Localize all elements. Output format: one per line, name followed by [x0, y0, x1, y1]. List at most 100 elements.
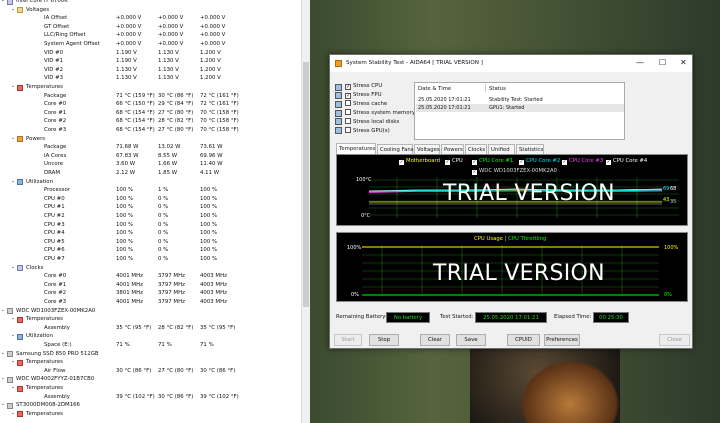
tab-voltages[interactable]: Voltages [414, 144, 440, 154]
sensor-row[interactable]: Package 71.68 W 13.02 W 73.61 W [0, 143, 300, 152]
sensor-row[interactable]: CPU #3 100 % 0 % 100 % [0, 221, 300, 230]
sensor-scrollbar[interactable] [301, 0, 310, 423]
checkbox-box[interactable]: ✓ [345, 84, 351, 90]
tab-temperatures[interactable]: Temperatures [336, 143, 376, 154]
maximize-button[interactable]: ☐ [659, 59, 666, 67]
tree-group[interactable]: ⌄ Clocks [0, 264, 300, 273]
tree-group[interactable]: ⌄ Temperatures [0, 410, 300, 419]
tree-group[interactable]: ⌄ Temperatures [0, 83, 300, 92]
sensor-row[interactable]: VID #1 1.190 V 1.130 V 1.200 V [0, 57, 300, 66]
sensor-row[interactable]: DRAM 2.12 W 1.85 W 4.11 W [0, 169, 300, 178]
sensor-row[interactable]: Core #3 4001 MHz 3797 MHz 4003 MHz [0, 298, 300, 307]
start-button[interactable]: Start [334, 334, 362, 346]
sensor-row[interactable]: Core #1 4001 MHz 3797 MHz 4003 MHz [0, 281, 300, 290]
tab-statistics[interactable]: Statistics [516, 144, 544, 154]
scrollbar-thumb[interactable] [303, 62, 309, 307]
expand-toggle-icon[interactable]: ⌄ [1, 307, 5, 316]
tab-unified[interactable]: Unified [488, 144, 515, 154]
tab-powers[interactable]: Powers [441, 144, 464, 154]
expand-toggle-icon[interactable]: ⌄ [11, 315, 15, 324]
expand-toggle-icon[interactable]: ⌄ [1, 375, 5, 384]
expand-toggle-icon[interactable]: ⌄ [11, 135, 15, 144]
sensor-row[interactable]: VID #3 1.130 V 1.130 V 1.200 V [0, 74, 300, 83]
expand-toggle-icon[interactable]: ⌄ [11, 358, 15, 367]
preferences-button[interactable]: Preferences [544, 334, 580, 346]
sensor-value: 100 % [200, 247, 218, 254]
sensor-row[interactable]: System Agent Offset +0.000 V +0.000 V +0.00… [0, 40, 300, 49]
stress-option-checkbox[interactable]: ✓ Stress FPU [345, 92, 382, 99]
tree-group[interactable]: ⌄ Powers [0, 135, 300, 144]
checkbox-box[interactable] [345, 126, 351, 133]
sensor-row[interactable]: Air Flow 30 °C (86 °F) 27 °C (80 °F) 30 °C … [0, 367, 300, 376]
sensor-row[interactable]: Core #3 68 °C (154 °F) 27 °C (80 °F) 70 °C … [0, 126, 300, 135]
checkbox-box[interactable] [345, 100, 351, 107]
sensor-row[interactable]: CPU #1 100 % 0 % 100 % [0, 203, 300, 212]
sensor-row[interactable]: Space (E:) 71 % 71 % 71 % [0, 341, 300, 350]
tree-group[interactable]: ⌄ Samsung SSD 850 PRO 512GB [0, 350, 300, 359]
sensor-row[interactable]: VID #0 1.190 V 1.130 V 1.200 V [0, 49, 300, 58]
minimize-button[interactable]: — [636, 59, 644, 67]
close-window-button[interactable]: ✕ [680, 59, 687, 67]
expand-toggle-icon[interactable]: ⌄ [11, 83, 15, 92]
stress-option-checkbox[interactable]: Stress local disks [345, 117, 399, 125]
expand-toggle-icon[interactable]: ⌄ [11, 178, 15, 187]
sensor-row[interactable]: CPU #2 100 % 0 % 100 % [0, 212, 300, 221]
sensor-row[interactable]: CPU #4 100 % 0 % 100 % [0, 229, 300, 238]
expand-toggle-icon[interactable]: ⌄ [11, 264, 15, 273]
sensor-row[interactable]: IA Cores 67.83 W 8.55 W 69.96 W [0, 152, 300, 161]
sensor-row[interactable]: CPU #5 100 % 0 % 100 % [0, 238, 300, 247]
test-log[interactable]: Date & Time Status 25.05.2020 17:01:21 S… [414, 82, 625, 140]
log-row[interactable]: 25.05.2020 17:01:21 Stability Test: Star… [416, 96, 624, 104]
stress-option-checkbox[interactable]: Stress system memory [345, 109, 415, 116]
expand-toggle-icon[interactable]: ⌄ [1, 350, 5, 359]
expand-toggle-icon[interactable]: ⌄ [1, 401, 5, 410]
sensor-row[interactable]: CPU #7 100 % 0 % 100 % [0, 255, 300, 264]
tree-group[interactable]: ⌄ WDC WD1003FZEX-00MK2A0 [0, 307, 300, 316]
stress-option-checkbox[interactable]: ✓ Stress CPU [345, 83, 382, 90]
log-row[interactable]: 25.05.2020 17:01:21 GPU1: Started [416, 104, 624, 112]
tab-clocks[interactable]: Clocks [465, 144, 487, 154]
checkbox-box[interactable] [345, 109, 351, 116]
sensor-row[interactable]: Assembly 39 °C (102 °F) 30 °C (86 °F) 39 °C… [0, 393, 300, 402]
sensor-row[interactable]: Uncore 3.60 W 1.66 W 11.40 W [0, 160, 300, 169]
sensor-row[interactable]: Assembly 35 °C (95 °F) 28 °C (82 °F) 35 °C … [0, 324, 300, 333]
tree-group[interactable]: ⌄ Utilization [0, 332, 300, 341]
checkbox-box[interactable]: ✓ [345, 92, 351, 99]
tree-group[interactable]: ⌄ Temperatures [0, 315, 300, 324]
title-bar[interactable]: System Stability Test - AIDA64 [ TRIAL V… [330, 55, 692, 72]
close-button[interactable]: Close [659, 334, 690, 346]
sensor-row[interactable]: IA Offset +0.000 V +0.000 V +0.000 V [0, 14, 300, 23]
sensor-row[interactable]: Package 71 °C (159 °F) 30 °C (86 °F) 72 °C … [0, 92, 300, 101]
tree-group[interactable]: ⌄ Voltages [0, 6, 300, 15]
sensor-row[interactable]: GT Offset +0.000 V +0.000 V +0.000 V [0, 23, 300, 32]
sensor-row[interactable]: Core #0 66 °C (150 °F) 29 °C (84 °F) 72 °C … [0, 100, 300, 109]
sensor-value: 100 % [200, 238, 218, 245]
tree-group[interactable]: ⌄ ST3000DM008-2DM166 [0, 401, 300, 410]
sensor-value: +0.000 V [116, 32, 142, 39]
tree-group[interactable]: ⌄ Utilization [0, 178, 300, 187]
stop-button[interactable]: Stop [369, 334, 399, 346]
sensor-row[interactable]: Processor 100 % 1 % 100 % [0, 186, 300, 195]
sensor-row[interactable]: LLC/Ring Offset +0.000 V +0.000 V +0.000 V [0, 31, 300, 40]
expand-toggle-icon[interactable]: ⌄ [11, 6, 15, 15]
tree-group[interactable]: ⌄ Temperatures [0, 358, 300, 367]
sensor-row[interactable]: Core #2 3801 MHz 3797 MHz 4003 MHz [0, 289, 300, 298]
tab-cooling-fans[interactable]: Cooling Fans [377, 144, 413, 154]
tree-group[interactable]: ⌄ WDC WD4002FYYZ-01B7CB0 [0, 375, 300, 384]
expand-toggle-icon[interactable]: ⌄ [11, 410, 15, 419]
sensor-row[interactable]: VID #2 1.130 V 1.130 V 1.200 V [0, 66, 300, 75]
stress-option-checkbox[interactable]: Stress GPU(s) [345, 126, 390, 134]
cpuid-button[interactable]: CPUID [507, 334, 540, 346]
checkbox-box[interactable] [345, 117, 351, 124]
sensor-row[interactable]: Core #2 68 °C (154 °F) 28 °C (82 °F) 70 °C … [0, 117, 300, 126]
save-button[interactable]: Save [456, 334, 486, 346]
tree-group[interactable]: ⌄ Temperatures [0, 384, 300, 393]
sensor-row[interactable]: CPU #0 100 % 0 % 100 % [0, 195, 300, 204]
sensor-row[interactable]: Core #1 68 °C (154 °F) 27 °C (80 °F) 70 °C … [0, 109, 300, 118]
expand-toggle-icon[interactable]: ⌄ [11, 384, 15, 393]
clear-button[interactable]: Clear [420, 334, 450, 346]
stress-option-checkbox[interactable]: Stress cache [345, 100, 387, 107]
expand-toggle-icon[interactable]: ⌄ [11, 332, 15, 341]
sensor-row[interactable]: CPU #6 100 % 0 % 100 % [0, 246, 300, 255]
sensor-row[interactable]: Core #0 4001 MHz 3797 MHz 4003 MHz [0, 272, 300, 281]
